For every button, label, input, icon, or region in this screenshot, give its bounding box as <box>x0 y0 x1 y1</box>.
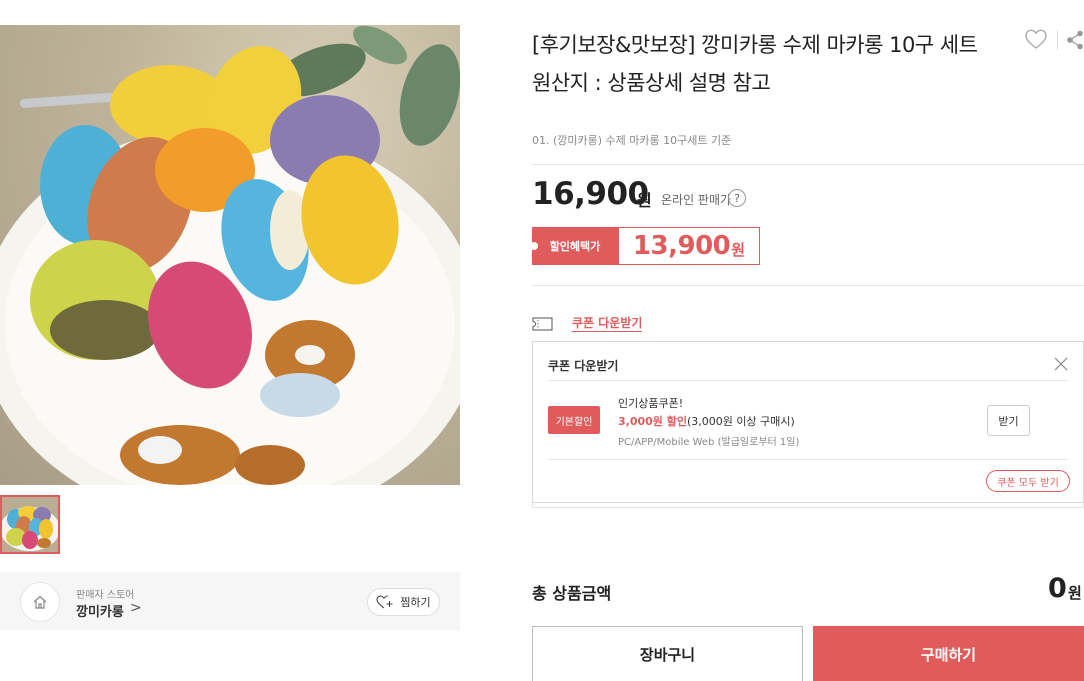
coupon-get-all-button[interactable]: 쿠폰 모두 받기 <box>986 470 1070 492</box>
divider <box>532 164 1084 165</box>
total-unit: 원 <box>1068 584 1082 602</box>
store-name-link[interactable]: 깡미카롱 <box>76 601 124 620</box>
coupon-amount: 3,000원 할인 <box>618 415 687 428</box>
product-origin: 원산지 : 상품상세 설명 참고 <box>532 71 771 95</box>
total-value: 0 <box>1048 573 1067 604</box>
discount-price-box: 13,900 원 <box>618 227 760 265</box>
chevron-right-icon: > <box>130 600 142 616</box>
home-icon[interactable] <box>20 582 60 622</box>
divider <box>548 380 1068 381</box>
share-icon[interactable] <box>1066 30 1084 50</box>
product-title-line1: [후기보장&맛보장] 깡미카롱 수제 마카롱 10구 세트 <box>532 33 978 57</box>
selected-option: 01. (깡미카롱) 수제 마카롱 10구세트 기준 <box>532 134 732 147</box>
store-wish-label: 찜하기 <box>400 596 431 609</box>
close-icon[interactable] <box>1053 356 1069 372</box>
heart-icon[interactable] <box>1024 28 1048 50</box>
help-icon[interactable]: ? <box>728 189 746 207</box>
coupon-download-link[interactable]: 쿠폰 다운받기 <box>572 316 643 332</box>
discount-price-unit: 원 <box>731 240 746 259</box>
coupon-condition: (3,000원 이상 구매시) <box>687 415 795 428</box>
online-price-label: 온라인 판매가 <box>661 193 732 207</box>
store-label: 판매자 스토어 <box>76 590 135 601</box>
coupon-get-button[interactable]: 받기 <box>987 405 1030 436</box>
coupon-panel: 쿠폰 다운받기 기본할인 인기상품쿠폰! 3,000원 할인 (3,000원 이… <box>532 341 1084 503</box>
divider <box>532 285 1084 286</box>
price-unit: 원 <box>637 191 652 210</box>
seller-store-bar: 판매자 스토어 깡미카롱 > 찜하기 <box>0 572 460 630</box>
discount-tag: 할인혜택가 <box>530 227 618 265</box>
store-wish-button[interactable]: 찜하기 <box>367 588 440 616</box>
product-title: [후기보장&맛보장] 깡미카롱 수제 마카롱 10구 세트 원산지 : 상품상세… <box>532 26 1002 102</box>
product-main-image <box>0 25 460 485</box>
total-label: 총 상품금액 <box>532 584 612 603</box>
icon-divider <box>1057 30 1058 50</box>
discount-label: 할인혜택가 <box>549 240 601 253</box>
discount-price: 13,900 <box>632 231 731 261</box>
cart-button[interactable]: 장바구니 <box>532 626 803 681</box>
coupon-name: 인기상품쿠폰! <box>618 397 684 410</box>
heart-plus-icon <box>376 595 393 609</box>
coupon-meta: PC/APP/Mobile Web (발급일로부터 1일) <box>618 437 800 448</box>
coupon-panel-title: 쿠폰 다운받기 <box>548 359 619 373</box>
ticket-icon <box>532 317 553 331</box>
buy-button[interactable]: 구매하기 <box>813 626 1084 681</box>
coupon-badge: 기본할인 <box>548 406 600 434</box>
product-thumbnail[interactable] <box>0 495 60 554</box>
coupon-panel-shadow <box>532 503 1084 508</box>
divider <box>548 459 1068 460</box>
online-price: 16,900 <box>532 176 649 212</box>
